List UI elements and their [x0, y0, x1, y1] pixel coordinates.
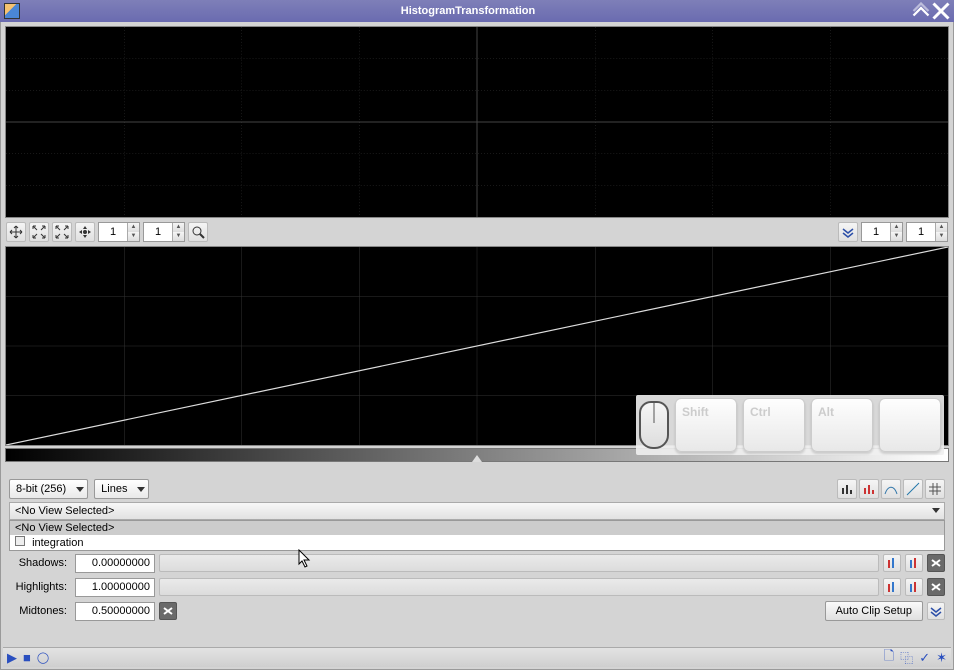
bit-depth-select[interactable]: 8-bit (256) [9, 479, 88, 499]
chevron-down-icon [932, 508, 940, 513]
view-option-noview-label: <No View Selected> [15, 522, 114, 534]
midtone-marker[interactable] [472, 455, 482, 462]
minimize-button[interactable] [912, 3, 930, 19]
hist-rgb-icon[interactable] [881, 479, 901, 499]
zoom-toolbar: ▲▼ ▲▼ ▲▼ ▲▼ [3, 220, 951, 244]
reset-all-icon[interactable]: ✶ [936, 650, 947, 666]
center-icon[interactable] [75, 222, 95, 242]
midtones-input[interactable] [75, 602, 155, 621]
highlights-input[interactable] [75, 578, 155, 597]
view-selected-label: <No View Selected> [15, 505, 114, 517]
fit-icon[interactable] [29, 222, 49, 242]
close-button[interactable] [932, 3, 950, 19]
shadows-hist-a-icon[interactable] [883, 554, 901, 572]
hist-log-icon[interactable] [859, 479, 879, 499]
scale-x-input[interactable] [862, 223, 890, 241]
copy-icon[interactable]: ⿻ [900, 648, 913, 667]
pan-icon[interactable] [6, 222, 26, 242]
scale-y-input[interactable] [907, 223, 935, 241]
magnifier-icon[interactable] [188, 222, 208, 242]
blank-key-icon [879, 398, 941, 452]
zoom-x-input[interactable] [99, 223, 127, 241]
checkbox-icon [15, 536, 25, 546]
zoom-x-spinner[interactable]: ▲▼ [98, 222, 140, 242]
shift-key-icon: Shift [675, 398, 737, 452]
apply-circle-icon[interactable]: ◯ [37, 651, 49, 664]
shadows-hist-b-icon[interactable] [905, 554, 923, 572]
view-dropdown[interactable]: <No View Selected> integration [9, 520, 945, 551]
view-option-integration[interactable]: integration [10, 535, 944, 550]
check-icon[interactable]: ✓ [919, 650, 930, 666]
status-bar: ▶ ■ ◯ 🗋 ⿻ ✓ ✶ [3, 647, 951, 667]
window-title: HistogramTransformation [26, 5, 910, 17]
hist-curve-icon[interactable] [903, 479, 923, 499]
apply-square-icon[interactable]: ■ [23, 650, 31, 665]
midtones-reset-icon[interactable] [159, 602, 177, 620]
alt-key-icon: Alt [811, 398, 873, 452]
view-select[interactable]: <No View Selected> [9, 502, 945, 520]
zoom-y-spinner[interactable]: ▲▼ [143, 222, 185, 242]
histogram-graph[interactable] [5, 26, 949, 218]
mouse-indicator-icon [639, 401, 669, 449]
zoom-y-input[interactable] [144, 223, 172, 241]
shadows-label: Shadows: [9, 557, 71, 569]
collapse-icon[interactable] [838, 222, 858, 242]
doc-icon[interactable]: 🗋 [884, 647, 894, 669]
shadows-slider[interactable] [159, 554, 879, 572]
midtones-label: Midtones: [9, 605, 71, 617]
view-option-noview[interactable]: <No View Selected> [10, 521, 944, 535]
highlights-label: Highlights: [9, 581, 71, 593]
key-overlay: Shift Ctrl Alt [636, 395, 944, 455]
expand-options-icon[interactable] [927, 602, 945, 620]
app-icon [4, 3, 20, 19]
bit-depth-label: 8-bit (256) [16, 483, 66, 495]
shadows-input[interactable] [75, 554, 155, 573]
view-option-integration-label: integration [32, 537, 83, 549]
shadows-reset-icon[interactable] [927, 554, 945, 572]
sync-icon[interactable] [52, 222, 72, 242]
scale-y-spinner[interactable]: ▲▼ [906, 222, 948, 242]
scale-x-spinner[interactable]: ▲▼ [861, 222, 903, 242]
highlights-hist-a-icon[interactable] [883, 578, 901, 596]
ctrl-key-icon: Ctrl [743, 398, 805, 452]
highlights-hist-b-icon[interactable] [905, 578, 923, 596]
highlights-reset-icon[interactable] [927, 578, 945, 596]
style-label: Lines [101, 483, 127, 495]
apply-triangle-icon[interactable]: ▶ [7, 650, 17, 666]
hist-linear-icon[interactable] [837, 479, 857, 499]
auto-clip-button[interactable]: Auto Clip Setup [825, 601, 923, 621]
style-select[interactable]: Lines [94, 479, 149, 499]
highlights-slider[interactable] [159, 578, 879, 596]
hist-grid-icon[interactable] [925, 479, 945, 499]
